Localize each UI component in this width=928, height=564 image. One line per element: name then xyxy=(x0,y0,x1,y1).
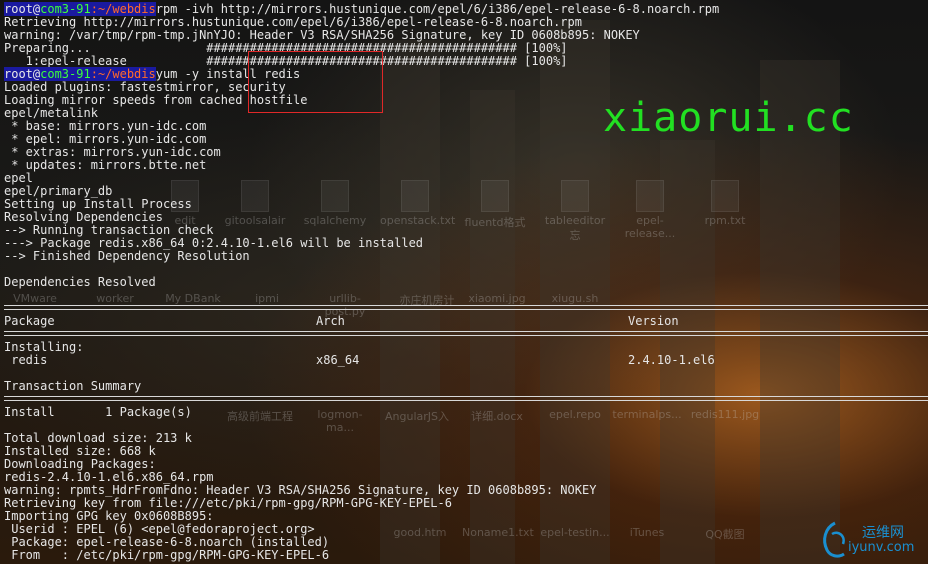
table-separator xyxy=(4,331,928,336)
prompt-path: :~/webdis xyxy=(90,67,156,81)
output-line: Install 1 Package(s) xyxy=(4,405,192,419)
annotation-highlight-box xyxy=(248,51,383,113)
logo-text-bottom: iyunv.com xyxy=(848,540,915,555)
table-row-arch: x86_64 xyxy=(316,353,360,367)
output-line: Dependencies Resolved xyxy=(4,275,156,289)
prompt-command: rpm -ivh http://mirrors.hustunique.com/e… xyxy=(155,2,720,16)
table-header-package: Package xyxy=(4,314,55,328)
table-separator xyxy=(4,305,928,310)
logo-mark-icon xyxy=(823,521,845,558)
table-separator xyxy=(4,396,928,401)
output-line: * updates: mirrors.btte.net xyxy=(4,158,207,172)
output-line: --> Finished Dependency Resolution xyxy=(4,249,250,263)
site-logo: 运维网 iyunv.com xyxy=(818,518,928,564)
table-header-arch: Arch xyxy=(316,314,345,328)
prompt-path: :~/webdis xyxy=(90,2,156,16)
prompt-user: root@ xyxy=(4,67,41,81)
table-row-package: redis xyxy=(4,353,48,367)
output-line: Transaction Summary xyxy=(4,379,142,393)
prompt-user: root@ xyxy=(4,2,41,16)
table-row-version: 2.4.10-1.el6 xyxy=(628,353,715,367)
prompt-host: com3-91 xyxy=(40,67,91,81)
table-header-version: Version xyxy=(628,314,679,328)
watermark-text: xiaorui.cc xyxy=(603,95,854,141)
prompt-host: com3-91 xyxy=(40,2,91,16)
terminal-window[interactable]: root@com3-91:~/webdisrpm -ivh http://mir… xyxy=(0,0,928,564)
output-line: From : /etc/pki/rpm-gpg/RPM-GPG-KEY-EPEL… xyxy=(4,548,330,562)
logo-text-top: 运维网 xyxy=(862,525,904,541)
